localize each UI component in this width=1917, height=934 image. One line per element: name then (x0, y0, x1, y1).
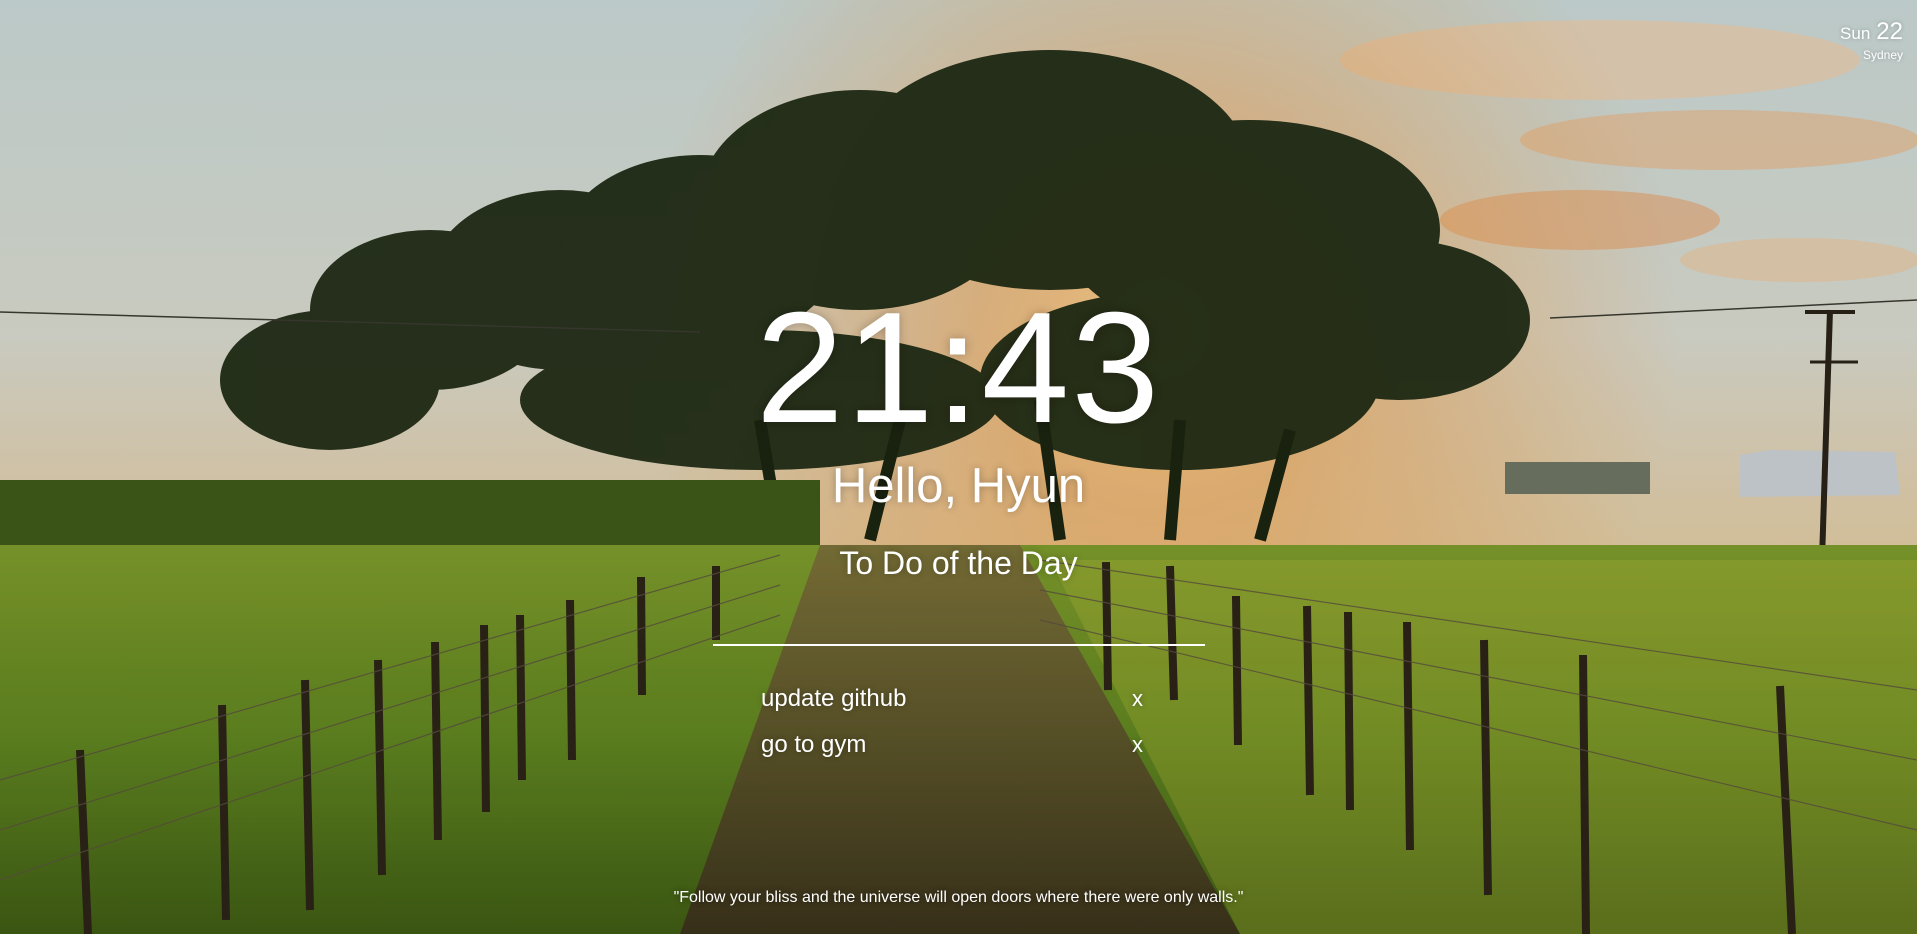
todo-item[interactable]: update github x (761, 676, 1149, 722)
clock-time: 21:43 (755, 280, 1162, 456)
weather-day: Sun (1840, 24, 1871, 43)
todo-title: To Do of the Day (839, 545, 1078, 581)
todo-item-label: go to gym (761, 731, 867, 758)
todo-delete-button[interactable]: x (1132, 686, 1149, 712)
todo-delete-button[interactable]: x (1132, 732, 1149, 758)
weather-widget: Sun 22 Sydney (1840, 18, 1903, 62)
todo-item-label: update github (761, 685, 907, 712)
weather-date: 22 (1876, 18, 1903, 45)
todo-input[interactable] (713, 602, 1205, 646)
todo-item[interactable]: go to gym x (761, 722, 1149, 768)
todo-list: update github x go to gym x (761, 676, 1149, 768)
greeting-text: Hello, Hyun (831, 459, 1086, 513)
weather-city: Sydney (1862, 48, 1903, 62)
quote-text: "Follow your bliss and the universe will… (673, 889, 1244, 906)
